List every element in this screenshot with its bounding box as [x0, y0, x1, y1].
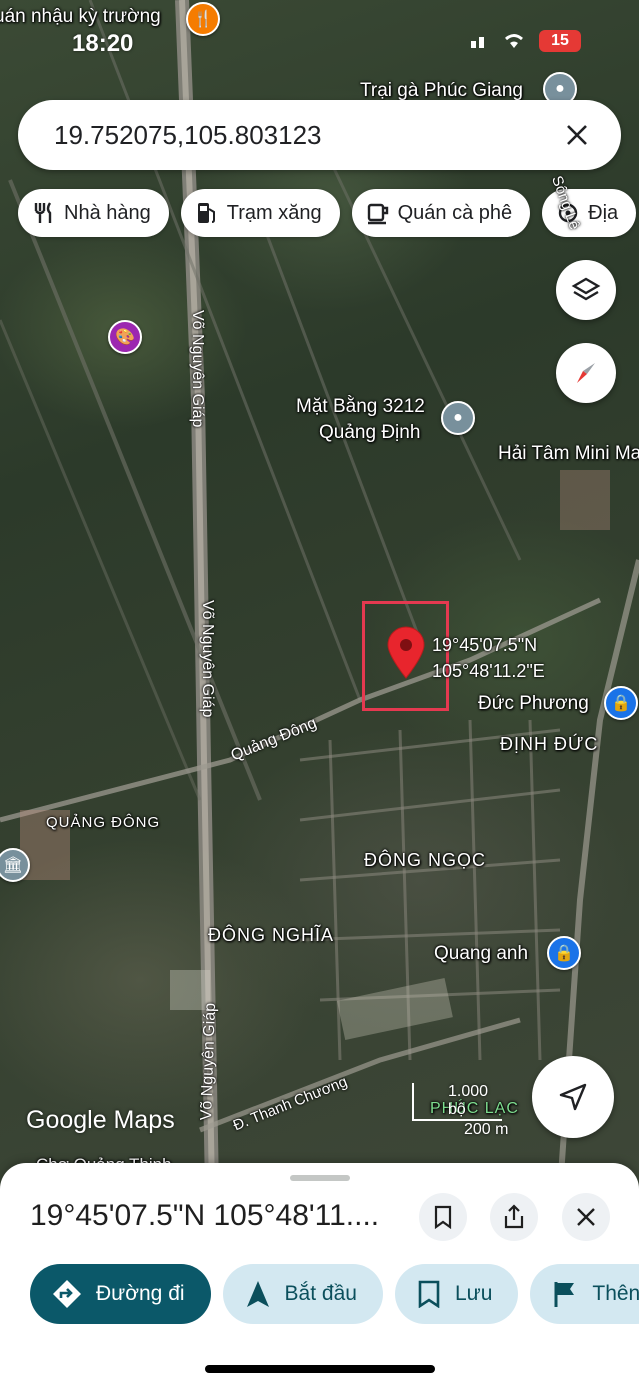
- map-pin-icon[interactable]: [386, 626, 426, 680]
- chip-label: Địa: [588, 201, 619, 224]
- home-indicator[interactable]: [205, 1365, 435, 1373]
- map-view[interactable]: 18:20 15 uán nhậu kỳ trường 🍴 Trại gà Ph…: [0, 0, 639, 1190]
- more-label: Thên: [592, 1282, 639, 1305]
- directions-button[interactable]: Đường đi: [30, 1264, 211, 1324]
- place-bottom-sheet[interactable]: 19°45'07.5"N 105°48'11.... Đường đi Bắt …: [0, 1163, 639, 1386]
- status-time: 18:20: [72, 30, 134, 57]
- save-button[interactable]: Lưu: [394, 1264, 519, 1324]
- place-title: 19°45'07.5"N 105°48'11....: [30, 1199, 380, 1232]
- location-poi-icon[interactable]: ●: [441, 401, 475, 435]
- share-button[interactable]: [490, 1193, 538, 1241]
- gas-station-icon: [197, 203, 215, 223]
- map-label-restaurant[interactable]: uán nhậu kỳ trường: [0, 6, 161, 28]
- art-poi-icon[interactable]: 🎨: [108, 320, 142, 354]
- chip-label: Nhà hàng: [64, 201, 151, 224]
- map-label-quang-dong-area: QUẢNG ĐÔNG: [46, 814, 161, 831]
- close-icon: [577, 1208, 595, 1226]
- bookmark-icon: [418, 1280, 440, 1308]
- restaurant-poi-icon[interactable]: 🍴: [186, 2, 220, 36]
- map-scale: 1.000 bộ 200 m: [412, 1083, 508, 1139]
- chip-coffee[interactable]: Quán cà phê: [351, 189, 531, 237]
- map-label-quang-anh[interactable]: Quang anh: [434, 943, 528, 965]
- start-label: Bắt đầu: [284, 1282, 357, 1305]
- category-chips: Nhà hàng Trạm xăng Quán cà phê Địa: [18, 189, 637, 237]
- compass-icon: [577, 363, 595, 383]
- google-maps-logo: Google Maps: [26, 1106, 175, 1134]
- map-label-trai-ga[interactable]: Trại gà Phúc Giang: [360, 80, 523, 102]
- wifi-icon: [505, 34, 523, 48]
- status-icons: 15: [471, 30, 581, 52]
- action-buttons: Đường đi Bắt đầu Lưu Thên: [30, 1264, 639, 1324]
- clear-search-button[interactable]: [557, 115, 597, 155]
- search-input[interactable]: 19.752075,105.803123: [54, 120, 557, 151]
- scale-metric: 200 m: [464, 1121, 509, 1138]
- battery-indicator: 15: [539, 30, 581, 52]
- directions-label: Đường đi: [96, 1282, 185, 1305]
- share-icon: [504, 1204, 524, 1229]
- map-label-quang-dinh[interactable]: Quảng Định: [319, 422, 420, 444]
- directions-icon: [53, 1280, 81, 1308]
- sheet-grabber[interactable]: [290, 1175, 350, 1181]
- more-button[interactable]: Thên: [530, 1264, 639, 1324]
- scale-imperial: 1.000 bộ: [412, 1083, 502, 1121]
- chip-gas-stations[interactable]: Trạm xăng: [180, 189, 340, 237]
- save-icon-button[interactable]: [419, 1193, 467, 1241]
- chip-label: Quán cà phê: [397, 201, 513, 224]
- chip-restaurants[interactable]: Nhà hàng: [18, 189, 169, 237]
- start-button[interactable]: Bắt đầu: [222, 1264, 383, 1324]
- chip-label: Trạm xăng: [226, 201, 322, 224]
- map-label-dong-nghia: ĐÔNG NGHĨA: [208, 925, 335, 945]
- close-sheet-button[interactable]: [562, 1193, 610, 1241]
- pin-longitude: 105°48'11.2"E: [432, 661, 545, 681]
- navigation-arrow-icon: [246, 1281, 269, 1307]
- map-label-dinh-duc: ĐỊNH ĐỨC: [500, 734, 599, 754]
- lock-poi-icon[interactable]: 🔒: [547, 936, 581, 970]
- pin-coordinates: 19°45'07.5"N 105°48'11.2"E: [432, 632, 545, 684]
- fork-knife-icon: [34, 202, 52, 223]
- bookmark-icon: [434, 1205, 452, 1229]
- save-label: Lưu: [454, 1282, 493, 1305]
- lock-poi-icon[interactable]: 🔒: [604, 686, 638, 720]
- map-label-mat-bang[interactable]: Mặt Bằng 3212: [296, 396, 425, 418]
- pin-latitude: 19°45'07.5"N: [432, 635, 538, 655]
- road-label-vo-nguyen-giap: Võ Nguyên Giáp: [199, 600, 216, 718]
- my-location-button[interactable]: [532, 1056, 614, 1138]
- map-label-duc-phuong[interactable]: Đức Phương: [478, 693, 589, 715]
- compass-button[interactable]: [556, 343, 616, 403]
- location-arrow-icon: [559, 1083, 587, 1111]
- search-bar[interactable]: 19.752075,105.803123: [18, 100, 621, 170]
- map-label-hai-tam[interactable]: Hải Tâm Mini Ma: [498, 443, 639, 465]
- signal-icon: [471, 37, 484, 48]
- coffee-cup-icon: [367, 203, 388, 225]
- layers-button[interactable]: [556, 260, 616, 320]
- map-roads: [0, 0, 639, 1190]
- close-icon: [567, 125, 587, 145]
- flag-icon: [554, 1282, 575, 1307]
- map-label-dong-ngoc: ĐÔNG NGỌC: [364, 850, 487, 870]
- road-label-vo-nguyen-giap: Võ Nguyên Giáp: [189, 310, 206, 428]
- layers-icon: [571, 277, 601, 301]
